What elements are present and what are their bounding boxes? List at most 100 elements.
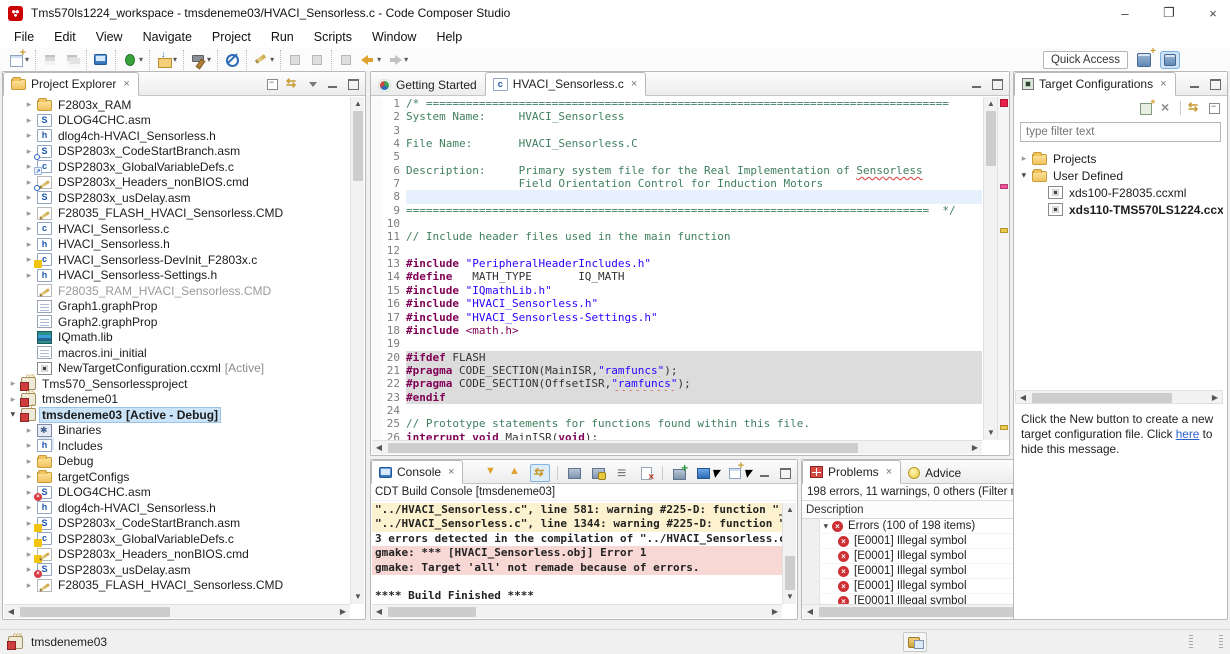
display-button[interactable]: ▾ [694, 463, 720, 483]
collapseall-button[interactable] [265, 76, 281, 92]
tab-project-explorer[interactable]: Project Explorer × [3, 72, 139, 96]
menu-edit[interactable]: Edit [44, 28, 86, 46]
close-icon[interactable]: × [123, 78, 129, 90]
minimize-button[interactable] [1187, 76, 1203, 92]
minimize-window-button[interactable]: – [1116, 6, 1134, 21]
close-icon[interactable]: × [448, 466, 454, 478]
code-line[interactable]: 25// Prototype statements for functions … [372, 417, 982, 430]
expander-icon[interactable]: ▸ [22, 502, 36, 513]
tree-item[interactable]: xds110-TMS570LS1224.ccxml [1015, 201, 1223, 218]
editor-vertical-scrollbar[interactable]: ▲ ▼ [983, 97, 997, 440]
tree-item[interactable]: ▸×DLOG4CHC.asm [4, 485, 350, 501]
tree-item[interactable]: ▸dlog4ch-HVACI_Sensorless.h [4, 128, 350, 144]
linkeditor-button[interactable] [285, 76, 301, 92]
close-icon[interactable]: × [1160, 78, 1166, 90]
tree-item[interactable]: ▸HVACI_Sensorless.h [4, 237, 350, 253]
hide-message-link[interactable]: here [1176, 427, 1200, 441]
overview-marker[interactable] [1000, 99, 1008, 107]
menu-window[interactable]: Window [362, 28, 426, 46]
minimize-button[interactable] [969, 76, 985, 92]
code-line[interactable]: 14#define MATH_TYPE IQ_MATH [372, 270, 982, 283]
expander-icon[interactable]: ▸ [22, 270, 36, 281]
flash-button[interactable]: ▾ [154, 50, 179, 70]
probe-button[interactable]: ▾ [251, 50, 276, 70]
tree-item[interactable]: ▸↗DSP2803x_GlobalVariableDefs.c [4, 159, 350, 175]
code-line[interactable]: 18#include <math.h> [372, 324, 982, 337]
scroll-right-icon[interactable]: ▶ [968, 441, 982, 455]
target-horizontal-scrollbar[interactable]: ◀ ▶ [1015, 390, 1223, 404]
scroll-up-icon[interactable]: ▲ [351, 97, 365, 111]
expander-icon[interactable]: ▸ [22, 425, 36, 436]
tree-item[interactable]: ▸HVACI_Sensorless-Settings.h [4, 268, 350, 284]
tree-item[interactable]: ▸tmsdeneme01 [4, 392, 350, 408]
tree-item[interactable]: ▸×DSP2803x_usDelay.asm [4, 562, 350, 578]
tree-item[interactable]: Graph2.graphProp [4, 314, 350, 330]
menu-navigate[interactable]: Navigate [133, 28, 202, 46]
expander-icon[interactable]: ▸ [22, 580, 36, 591]
tree-item[interactable]: ▸tmsdeneme03[Active - Debug] [4, 407, 350, 423]
newcon-button[interactable]: ▾ [726, 463, 752, 483]
tree-item[interactable]: ▸HVACI_Sensorless-DevInit_F2803x.c [4, 252, 350, 268]
tree-item[interactable]: ▸targetConfigs [4, 469, 350, 485]
expander-icon[interactable]: ▸ [22, 239, 36, 250]
consoleview-button[interactable] [91, 50, 111, 70]
code-line[interactable]: 26interrupt void MainISR(void); [372, 431, 982, 440]
tab-target-configurations[interactable]: Target Configurations × [1014, 72, 1176, 96]
up-button[interactable] [506, 465, 524, 481]
dropdown-icon[interactable]: ▾ [377, 55, 381, 64]
open-perspective-button[interactable] [1134, 51, 1154, 69]
collapseall-button[interactable] [1207, 100, 1223, 116]
expander-icon[interactable]: ▸ [1017, 153, 1031, 164]
expander-icon[interactable]: ▸ [8, 408, 19, 422]
overview-marker[interactable] [1000, 228, 1008, 233]
editor-horizontal-scrollbar[interactable]: ◀ ▶ [372, 440, 982, 454]
newtarget-button[interactable] [1138, 100, 1154, 116]
tree-item[interactable]: Graph1.graphProp [4, 299, 350, 315]
explorer-vertical-scrollbar[interactable]: ▲ ▼ [350, 97, 364, 604]
tree-item[interactable]: ▸Tms570_Sensorlessproject [4, 376, 350, 392]
tree-item[interactable]: ▸DLOG4CHC.asm [4, 113, 350, 129]
tab-console[interactable]: Console × [371, 460, 463, 484]
tree-item[interactable]: ▸DSP2803x_CodeStartBranch.asm [4, 144, 350, 160]
scroll-right-icon[interactable]: ▶ [1208, 391, 1222, 405]
forward-button[interactable]: ▾ [385, 50, 410, 70]
scroll-down-icon[interactable]: ▼ [351, 590, 365, 604]
code-line[interactable]: 15#include "IQmathLib.h" [372, 284, 982, 297]
expander-icon[interactable]: ▸ [22, 192, 36, 203]
code-line[interactable]: 24 [372, 404, 982, 417]
dropdown-icon[interactable]: ▾ [711, 463, 719, 483]
expander-icon[interactable]: ▸ [22, 208, 36, 219]
maximize-button[interactable] [1207, 76, 1223, 92]
code-line[interactable]: 13#include "PeripheralHeaderIncludes.h" [372, 257, 982, 270]
open-button[interactable] [670, 465, 688, 481]
code-line[interactable]: 22#pragma CODE_SECTION(OffsetISR,"ramfun… [372, 377, 982, 390]
code-line[interactable]: 20#ifdef FLASH [372, 351, 982, 364]
tree-item[interactable]: ▸DSP2803x_GlobalVariableDefs.c [4, 531, 350, 547]
tree-item[interactable]: ▸DSP2803x_Headers_nonBIOS.cmd [4, 547, 350, 563]
minimize-button[interactable] [325, 76, 341, 92]
minimize-button[interactable] [757, 465, 773, 481]
scroll-left-icon[interactable]: ◀ [803, 605, 817, 619]
quick-access-button[interactable]: Quick Access [1043, 51, 1128, 69]
code-line[interactable]: 1/* ====================================… [372, 97, 982, 110]
tree-item[interactable]: ▸F2803x_RAM [4, 97, 350, 113]
expander-icon[interactable]: ▸ [22, 471, 36, 482]
expander-icon[interactable]: ▸ [22, 99, 36, 110]
code-line[interactable]: 2System Name: HVACI_Sensorless [372, 110, 982, 123]
expander-icon[interactable]: ▸ [6, 394, 20, 405]
expander-icon[interactable]: ▸ [1019, 169, 1030, 183]
ccs-edit-perspective-button[interactable] [1160, 51, 1180, 69]
menu-file[interactable]: File [4, 28, 44, 46]
expander-icon[interactable]: ▸ [22, 456, 36, 467]
maximize-button[interactable] [777, 465, 793, 481]
tree-item[interactable]: ▸User Defined [1015, 167, 1223, 184]
back-button[interactable]: ▾ [358, 50, 383, 70]
overview-marker[interactable] [1000, 184, 1008, 189]
down-button[interactable] [482, 465, 500, 481]
tree-item[interactable]: ▸Binaries [4, 423, 350, 439]
tree-item[interactable]: F28035_RAM_HVACI_Sensorless.CMD [4, 283, 350, 299]
scroll-right-icon[interactable]: ▶ [768, 605, 782, 619]
code-editor[interactable]: 1/* ====================================… [372, 97, 982, 440]
expander-icon[interactable]: ▸ [6, 378, 20, 389]
dropdown-icon[interactable]: ▾ [270, 55, 274, 64]
